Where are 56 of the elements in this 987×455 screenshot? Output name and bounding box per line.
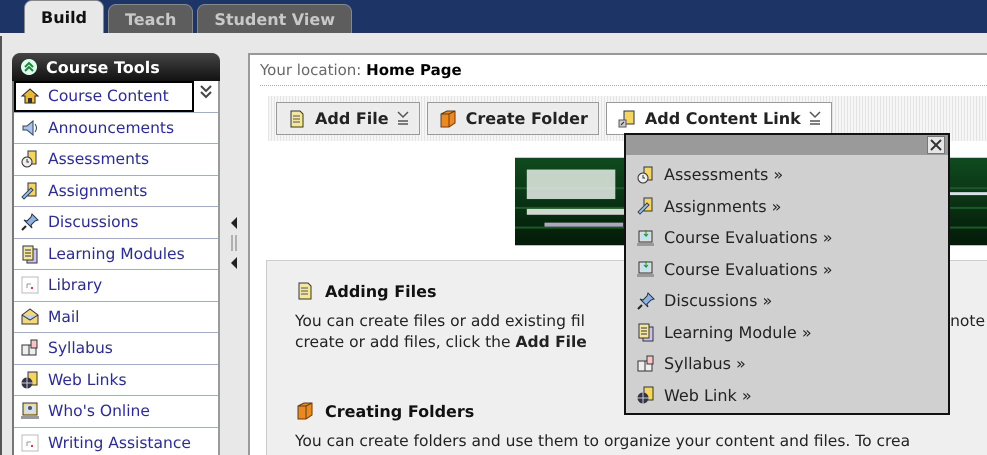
monitor-icon	[636, 228, 656, 248]
menu-item[interactable]: Syllabus »	[626, 348, 948, 380]
menu-item[interactable]: Assignments »	[626, 190, 948, 222]
section-heading: Creating Folders	[325, 402, 474, 420]
sidebar-item[interactable]: Library	[14, 270, 218, 300]
globe-document-icon	[20, 370, 40, 390]
envelope-icon	[20, 306, 40, 327]
blank-page-icon	[20, 275, 40, 296]
menu-item[interactable]: Learning Module »	[626, 316, 948, 348]
folder-icon	[438, 108, 458, 128]
pushpin-icon	[636, 290, 656, 311]
menu-item[interactable]: Web Link »	[626, 380, 948, 411]
sidebar-item[interactable]: Web Links	[14, 364, 218, 395]
toolbar-button[interactable]: Add Content Link	[606, 102, 832, 135]
menu-item[interactable]: Assessments »	[626, 159, 948, 190]
expand-icon[interactable]	[199, 84, 213, 100]
documents-icon	[636, 322, 656, 342]
collapse-icon[interactable]	[20, 58, 38, 76]
pushpin-icon	[20, 212, 40, 232]
sidebar-item[interactable]: Writing Assistance	[14, 428, 218, 455]
sidebar-item[interactable]: Course Content	[14, 81, 194, 112]
monitor-icon	[636, 259, 656, 280]
section-heading: Adding Files	[325, 282, 436, 300]
sidebar-item[interactable]: Learning Modules	[14, 238, 218, 269]
collapse-handle-icon[interactable]	[229, 215, 239, 271]
menu-item[interactable]: Course Evaluations »	[626, 222, 948, 254]
documents-icon	[20, 244, 40, 264]
sidebar-item[interactable]: Who's Online	[14, 396, 218, 426]
toolbar-button[interactable]: Add File	[276, 102, 420, 135]
help-text: note	[950, 311, 985, 332]
sidebar-item[interactable]: Announcements	[14, 112, 218, 143]
help-text: You can create files or add existing fil	[295, 311, 585, 332]
sidebar-item[interactable]: Mail	[14, 302, 218, 332]
globe-document-icon	[636, 385, 656, 406]
book-icon	[636, 354, 656, 374]
tab[interactable]: Build	[24, 0, 104, 33]
sidebar-item[interactable]: Assessments	[14, 144, 218, 174]
book-icon	[20, 338, 40, 358]
menu-item[interactable]: Course Evaluations »	[626, 254, 948, 285]
sidebar-item[interactable]: Discussions	[14, 207, 218, 238]
link-document-icon	[616, 108, 637, 128]
tab[interactable]: Teach	[108, 4, 194, 33]
sidebar-item[interactable]: Assignments	[14, 176, 218, 206]
menu-item[interactable]: Discussions »	[626, 285, 948, 316]
sidebar-item[interactable]: Syllabus	[14, 333, 218, 364]
help-text: You can create folders and use them to organize your content and files. To crea	[295, 431, 910, 452]
folder-icon	[295, 401, 315, 421]
speaker-icon	[20, 118, 40, 138]
monitor-person-icon	[20, 401, 40, 422]
sidebar-title: Course Tools	[46, 58, 160, 76]
tab[interactable]: Student View	[197, 4, 352, 33]
breadcrumb: Your location: Home Page	[260, 61, 987, 86]
help-text: create or add files, click the Add File	[295, 332, 587, 353]
close-button[interactable]	[927, 136, 945, 154]
house-icon	[20, 86, 40, 106]
toolbar-button[interactable]: Create Folder	[426, 102, 599, 135]
